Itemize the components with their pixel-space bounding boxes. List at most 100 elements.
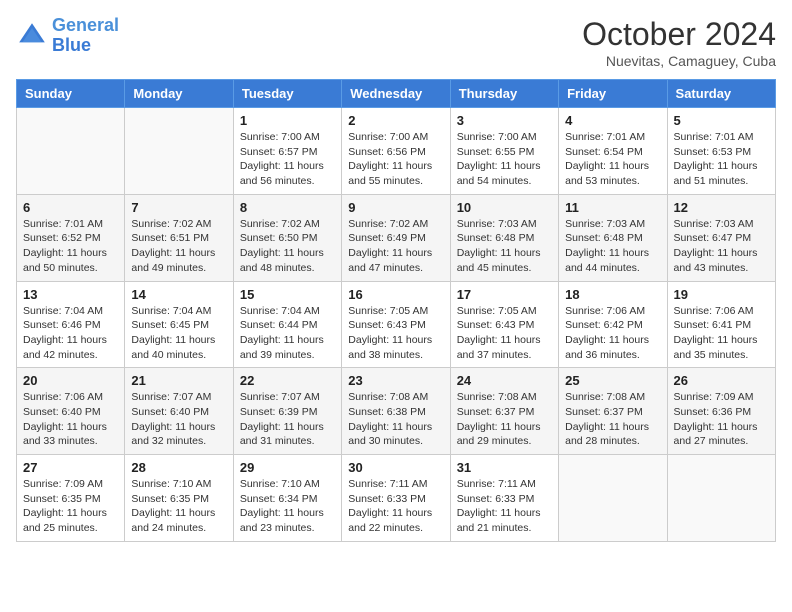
title-area: October 2024 Nuevitas, Camaguey, Cuba bbox=[582, 16, 776, 69]
day-info: Sunrise: 7:00 AMSunset: 6:55 PMDaylight:… bbox=[457, 130, 552, 189]
day-info: Sunrise: 7:04 AMSunset: 6:46 PMDaylight:… bbox=[23, 304, 118, 363]
day-info: Sunrise: 7:11 AMSunset: 6:33 PMDaylight:… bbox=[457, 477, 552, 536]
day-number: 10 bbox=[457, 200, 552, 215]
calendar-cell: 26 Sunrise: 7:09 AMSunset: 6:36 PMDayligh… bbox=[667, 368, 775, 455]
day-number: 19 bbox=[674, 287, 769, 302]
day-info: Sunrise: 7:06 AMSunset: 6:41 PMDaylight:… bbox=[674, 304, 769, 363]
day-number: 28 bbox=[131, 460, 226, 475]
calendar-cell: 20 Sunrise: 7:06 AMSunset: 6:40 PMDayligh… bbox=[17, 368, 125, 455]
calendar-cell: 28 Sunrise: 7:10 AMSunset: 6:35 PMDayligh… bbox=[125, 455, 233, 542]
day-number: 31 bbox=[457, 460, 552, 475]
day-number: 4 bbox=[565, 113, 660, 128]
calendar-cell: 5 Sunrise: 7:01 AMSunset: 6:53 PMDaylight… bbox=[667, 108, 775, 195]
month-title: October 2024 bbox=[582, 16, 776, 53]
logo-text: General Blue bbox=[52, 16, 119, 56]
day-info: Sunrise: 7:04 AMSunset: 6:45 PMDaylight:… bbox=[131, 304, 226, 363]
day-info: Sunrise: 7:09 AMSunset: 6:36 PMDaylight:… bbox=[674, 390, 769, 449]
calendar-cell: 27Sunrise: 7:09 AMSunset: 6:35 PMDayligh… bbox=[17, 455, 125, 542]
day-info: Sunrise: 7:07 AMSunset: 6:40 PMDaylight:… bbox=[131, 390, 226, 449]
calendar-cell: 8 Sunrise: 7:02 AMSunset: 6:50 PMDaylight… bbox=[233, 194, 341, 281]
day-info: Sunrise: 7:05 AMSunset: 6:43 PMDaylight:… bbox=[457, 304, 552, 363]
calendar-cell: 30 Sunrise: 7:11 AMSunset: 6:33 PMDayligh… bbox=[342, 455, 450, 542]
calendar-cell: 13Sunrise: 7:04 AMSunset: 6:46 PMDayligh… bbox=[17, 281, 125, 368]
calendar-cell: 29 Sunrise: 7:10 AMSunset: 6:34 PMDayligh… bbox=[233, 455, 341, 542]
calendar-cell: 4Sunrise: 7:01 AMSunset: 6:54 PMDaylight… bbox=[559, 108, 667, 195]
day-info: Sunrise: 7:00 AMSunset: 6:56 PMDaylight:… bbox=[348, 130, 443, 189]
calendar-week-2: 6Sunrise: 7:01 AMSunset: 6:52 PMDaylight… bbox=[17, 194, 776, 281]
calendar-cell: 12 Sunrise: 7:03 AMSunset: 6:47 PMDayligh… bbox=[667, 194, 775, 281]
day-info: Sunrise: 7:08 AMSunset: 6:37 PMDaylight:… bbox=[565, 390, 660, 449]
day-number: 3 bbox=[457, 113, 552, 128]
day-info: Sunrise: 7:08 AMSunset: 6:37 PMDaylight:… bbox=[457, 390, 552, 449]
calendar-cell: 1 Sunrise: 7:00 AMSunset: 6:57 PMDaylight… bbox=[233, 108, 341, 195]
calendar-cell: 18 Sunrise: 7:06 AMSunset: 6:42 PMDayligh… bbox=[559, 281, 667, 368]
calendar-cell: 10 Sunrise: 7:03 AMSunset: 6:48 PMDayligh… bbox=[450, 194, 558, 281]
day-number: 9 bbox=[348, 200, 443, 215]
day-info: Sunrise: 7:10 AMSunset: 6:34 PMDaylight:… bbox=[240, 477, 335, 536]
calendar-week-5: 27Sunrise: 7:09 AMSunset: 6:35 PMDayligh… bbox=[17, 455, 776, 542]
calendar-cell: 7 Sunrise: 7:02 AMSunset: 6:51 PMDaylight… bbox=[125, 194, 233, 281]
day-info: Sunrise: 7:05 AMSunset: 6:43 PMDaylight:… bbox=[348, 304, 443, 363]
day-info: Sunrise: 7:04 AMSunset: 6:44 PMDaylight:… bbox=[240, 304, 335, 363]
day-info: Sunrise: 7:03 AMSunset: 6:48 PMDaylight:… bbox=[565, 217, 660, 276]
calendar-cell: 11 Sunrise: 7:03 AMSunset: 6:48 PMDayligh… bbox=[559, 194, 667, 281]
day-info: Sunrise: 7:10 AMSunset: 6:35 PMDaylight:… bbox=[131, 477, 226, 536]
calendar-cell bbox=[559, 455, 667, 542]
day-number: 5 bbox=[674, 113, 769, 128]
day-number: 23 bbox=[348, 373, 443, 388]
page-header: General Blue October 2024 Nuevitas, Cama… bbox=[16, 16, 776, 69]
day-number: 30 bbox=[348, 460, 443, 475]
calendar-week-1: 1 Sunrise: 7:00 AMSunset: 6:57 PMDaylight… bbox=[17, 108, 776, 195]
logo-icon bbox=[16, 20, 48, 52]
day-number: 18 bbox=[565, 287, 660, 302]
day-info: Sunrise: 7:06 AMSunset: 6:40 PMDaylight:… bbox=[23, 390, 118, 449]
day-number: 20 bbox=[23, 373, 118, 388]
day-info: Sunrise: 7:11 AMSunset: 6:33 PMDaylight:… bbox=[348, 477, 443, 536]
day-number: 24 bbox=[457, 373, 552, 388]
day-number: 22 bbox=[240, 373, 335, 388]
calendar-week-4: 20 Sunrise: 7:06 AMSunset: 6:40 PMDayligh… bbox=[17, 368, 776, 455]
day-number: 21 bbox=[131, 373, 226, 388]
day-info: Sunrise: 7:02 AMSunset: 6:50 PMDaylight:… bbox=[240, 217, 335, 276]
day-number: 17 bbox=[457, 287, 552, 302]
calendar-table: SundayMondayTuesdayWednesdayThursdayFrid… bbox=[16, 79, 776, 542]
location: Nuevitas, Camaguey, Cuba bbox=[582, 53, 776, 69]
calendar-cell: 25 Sunrise: 7:08 AMSunset: 6:37 PMDayligh… bbox=[559, 368, 667, 455]
day-number: 12 bbox=[674, 200, 769, 215]
day-info: Sunrise: 7:00 AMSunset: 6:57 PMDaylight:… bbox=[240, 130, 335, 189]
day-number: 15 bbox=[240, 287, 335, 302]
weekday-header-thursday: Thursday bbox=[450, 80, 558, 108]
day-number: 25 bbox=[565, 373, 660, 388]
weekday-header-wednesday: Wednesday bbox=[342, 80, 450, 108]
weekday-header-saturday: Saturday bbox=[667, 80, 775, 108]
logo-line2: Blue bbox=[52, 35, 91, 55]
weekday-header-sunday: Sunday bbox=[17, 80, 125, 108]
day-info: Sunrise: 7:02 AMSunset: 6:51 PMDaylight:… bbox=[131, 217, 226, 276]
calendar-week-3: 13Sunrise: 7:04 AMSunset: 6:46 PMDayligh… bbox=[17, 281, 776, 368]
day-number: 7 bbox=[131, 200, 226, 215]
day-number: 6 bbox=[23, 200, 118, 215]
day-info: Sunrise: 7:06 AMSunset: 6:42 PMDaylight:… bbox=[565, 304, 660, 363]
day-info: Sunrise: 7:03 AMSunset: 6:48 PMDaylight:… bbox=[457, 217, 552, 276]
calendar-cell: 19 Sunrise: 7:06 AMSunset: 6:41 PMDayligh… bbox=[667, 281, 775, 368]
logo-line1: General bbox=[52, 15, 119, 35]
day-info: Sunrise: 7:08 AMSunset: 6:38 PMDaylight:… bbox=[348, 390, 443, 449]
calendar-cell: 9 Sunrise: 7:02 AMSunset: 6:49 PMDaylight… bbox=[342, 194, 450, 281]
day-number: 2 bbox=[348, 113, 443, 128]
day-number: 1 bbox=[240, 113, 335, 128]
weekday-header-tuesday: Tuesday bbox=[233, 80, 341, 108]
day-info: Sunrise: 7:03 AMSunset: 6:47 PMDaylight:… bbox=[674, 217, 769, 276]
day-info: Sunrise: 7:02 AMSunset: 6:49 PMDaylight:… bbox=[348, 217, 443, 276]
day-info: Sunrise: 7:01 AMSunset: 6:53 PMDaylight:… bbox=[674, 130, 769, 189]
weekday-header-monday: Monday bbox=[125, 80, 233, 108]
calendar-cell: 23 Sunrise: 7:08 AMSunset: 6:38 PMDayligh… bbox=[342, 368, 450, 455]
calendar-cell bbox=[125, 108, 233, 195]
calendar-cell: 17 Sunrise: 7:05 AMSunset: 6:43 PMDayligh… bbox=[450, 281, 558, 368]
day-number: 11 bbox=[565, 200, 660, 215]
day-number: 26 bbox=[674, 373, 769, 388]
day-number: 29 bbox=[240, 460, 335, 475]
day-number: 8 bbox=[240, 200, 335, 215]
calendar-cell: 21 Sunrise: 7:07 AMSunset: 6:40 PMDayligh… bbox=[125, 368, 233, 455]
calendar-cell: 6Sunrise: 7:01 AMSunset: 6:52 PMDaylight… bbox=[17, 194, 125, 281]
calendar-cell: 15 Sunrise: 7:04 AMSunset: 6:44 PMDayligh… bbox=[233, 281, 341, 368]
